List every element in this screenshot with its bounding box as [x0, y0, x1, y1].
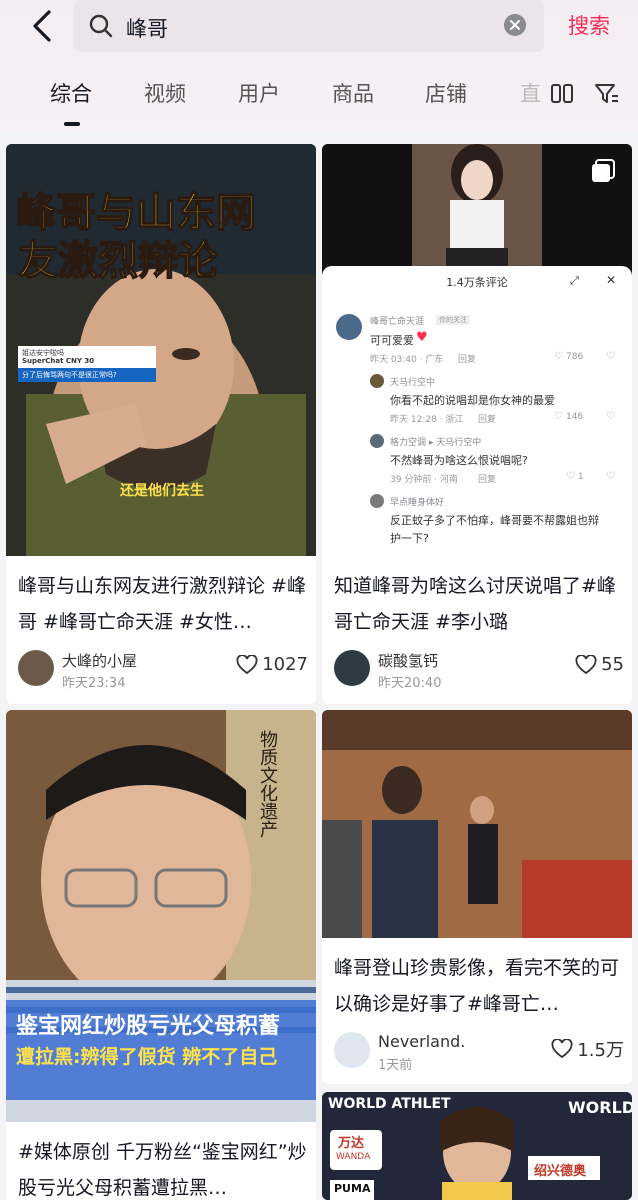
video-card[interactable]: 峰哥登山珍贵影像，看完不笑的可以确诊是好事了#峰哥亡… Neverland. 1… — [322, 710, 632, 1084]
video-card[interactable]: 物质文化遗产 鉴宝网红炒股亏光父母积蓄 遭拉黑:辨得了假货 辨不了自己 #媒体原… — [6, 710, 316, 1200]
video-thumbnail: WORLD ATHLET WORLD 万达 WANDA 绍兴德奥 PUMA — [322, 1092, 632, 1200]
card-title: #媒体原创 千万粉丝“鉴宝网红”炒股亏光父母积蓄遭拉黑… — [18, 1141, 307, 1199]
video-thumbnail: 峰哥与山东网 友激烈辩论 姐达安宁啦吗 SuperChat CNY 30 分了后… — [6, 144, 316, 556]
video-thumbnail: 1.4万条评论 ⤢ ✕ 峰哥亡命天涯 你的关注 可可爱爱 ♥ 昨天 03:40 … — [322, 144, 632, 556]
author-name[interactable]: 大峰的小屋 — [62, 650, 137, 671]
author-name[interactable]: Neverland. — [378, 1032, 465, 1051]
search-icon — [89, 14, 113, 38]
author-row: 碳酸氢钙 昨天20:40 55 — [334, 650, 624, 691]
video-card[interactable]: 1.4万条评论 ⤢ ✕ 峰哥亡命天涯 你的关注 可可爱爱 ♥ 昨天 03:40 … — [322, 144, 632, 704]
video-card[interactable]: 峰哥与山东网 友激烈辩论 姐达安宁啦吗 SuperChat CNY 30 分了后… — [6, 144, 316, 704]
tab-stores[interactable]: 店铺 — [425, 78, 467, 108]
like-count: 1027 — [262, 654, 308, 675]
layout-toggle-icon[interactable] — [550, 82, 574, 106]
like-count: 1.5万 — [577, 1040, 624, 1061]
heart-icon — [236, 654, 258, 674]
tab-live[interactable]: 直 — [520, 78, 541, 108]
heart-icon — [551, 1039, 573, 1059]
card-title: 峰哥与山东网友进行激烈辩论 #峰哥 #峰哥亡命天涯 #女性… — [18, 575, 306, 633]
active-tab-indicator — [64, 122, 80, 126]
filter-icon[interactable] — [594, 82, 620, 106]
post-time: 昨天20:40 — [378, 676, 442, 691]
video-card[interactable]: WORLD ATHLET WORLD 万达 WANDA 绍兴德奥 PUMA — [322, 1092, 632, 1200]
author-row: 大峰的小屋 昨天23:34 1027 — [18, 650, 308, 691]
author-row: Neverland. 1天前 1.5万 — [334, 1032, 624, 1073]
search-header: 峰哥 搜索 综合 视频 用户 商品 店铺 直 — [0, 0, 638, 130]
tab-comprehensive[interactable]: 综合 — [50, 78, 92, 108]
thumb-side-text: 物质文化遗产 — [257, 730, 278, 838]
like-count: 55 — [601, 654, 624, 675]
tab-products[interactable]: 商品 — [332, 78, 374, 108]
avatar[interactable] — [18, 650, 54, 686]
avatar[interactable] — [334, 1032, 370, 1068]
clear-icon[interactable] — [504, 14, 526, 36]
card-title: 峰哥登山珍贵影像，看完不笑的可以确诊是好事了#峰哥亡… — [334, 957, 620, 1015]
video-thumbnail: 物质文化遗产 鉴宝网红炒股亏光父母积蓄 遭拉黑:辨得了假货 辨不了自己 — [6, 710, 316, 1122]
chevron-left-icon — [33, 10, 51, 42]
heart-icon — [575, 654, 597, 674]
author-name[interactable]: 碳酸氢钙 — [378, 650, 438, 671]
search-query: 峰哥 — [126, 17, 168, 41]
thumb-subtitle: 还是他们去生 — [120, 483, 204, 499]
search-button[interactable]: 搜索 — [568, 10, 610, 40]
thumb-headline: 鉴宝网红炒股亏光父母积蓄 — [16, 1014, 281, 1039]
tab-video[interactable]: 视频 — [144, 78, 186, 108]
back-button[interactable] — [22, 6, 62, 46]
thumb-headline: 友激烈辩论 — [17, 237, 219, 285]
post-time: 昨天23:34 — [62, 676, 126, 691]
avatar[interactable] — [334, 650, 370, 686]
tab-users[interactable]: 用户 — [238, 78, 280, 108]
like-button[interactable]: 1.5万 — [551, 1036, 624, 1062]
card-title: 知道峰哥为啥这么讨厌说唱了#峰哥亡命天涯 #李小璐 — [334, 575, 616, 633]
multi-image-icon — [592, 159, 615, 182]
post-time: 1天前 — [378, 1058, 413, 1073]
search-input[interactable]: 峰哥 — [74, 0, 544, 52]
thumb-headline: 遭拉黑:辨得了假货 辨不了自己 — [16, 1046, 278, 1068]
comment-panel-screenshot: 1.4万条评论 ⤢ ✕ 峰哥亡命天涯 你的关注 可可爱爱 ♥ 昨天 03:40 … — [322, 266, 632, 556]
like-button[interactable]: 1027 — [236, 654, 308, 675]
like-button[interactable]: 55 — [575, 654, 624, 675]
video-thumbnail — [322, 710, 632, 938]
superchat-card: 姐达安宁啦吗 SuperChat CNY 30 分了后悔骂两句不是很正常吗? — [18, 346, 156, 382]
